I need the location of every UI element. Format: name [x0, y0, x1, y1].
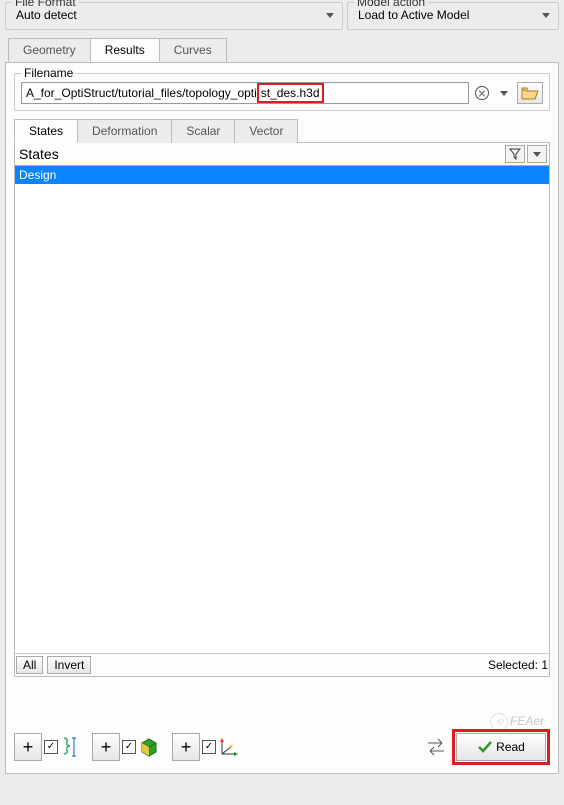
filename-highlight: st_des.h3d: [257, 83, 324, 103]
clear-filename-button[interactable]: [473, 84, 491, 102]
checkbox-2[interactable]: ✓: [122, 740, 136, 754]
file-format-value: Auto detect: [16, 8, 77, 22]
cube-icon: [138, 736, 160, 758]
tab-curves[interactable]: Curves: [159, 38, 227, 62]
filter-button[interactable]: [505, 145, 525, 163]
add-button-1[interactable]: +: [14, 733, 42, 761]
filter-dropdown-button[interactable]: [527, 145, 547, 163]
spring-icon: [60, 736, 80, 758]
filename-legend: Filename: [21, 66, 76, 80]
chevron-down-icon: [326, 13, 334, 18]
invert-selection-button[interactable]: Invert: [47, 656, 91, 674]
filename-input[interactable]: A_for_OptiStruct/tutorial_files/topology…: [21, 82, 469, 104]
states-title: States: [17, 146, 503, 162]
add-button-2[interactable]: +: [92, 733, 120, 761]
tab-geometry[interactable]: Geometry: [8, 38, 91, 62]
swap-icon: [425, 738, 447, 756]
add-button-3[interactable]: +: [172, 733, 200, 761]
selected-count: Selected: 1: [488, 658, 548, 672]
read-highlight: Read: [452, 729, 550, 765]
model-action-group: Model action Load to Active Model: [347, 2, 559, 30]
subtab-vector[interactable]: Vector: [234, 119, 298, 143]
states-list[interactable]: Design: [15, 166, 549, 653]
file-format-group: File Format Auto detect: [5, 2, 343, 30]
sub-tabs: States Deformation Scalar Vector: [14, 119, 550, 143]
subtab-deformation[interactable]: Deformation: [77, 119, 172, 143]
read-label: Read: [496, 740, 525, 754]
file-format-label: File Format: [12, 0, 79, 9]
model-action-value: Load to Active Model: [358, 8, 469, 22]
browse-button[interactable]: [517, 82, 543, 104]
filename-group: Filename A_for_OptiStruct/tutorial_files…: [14, 73, 550, 111]
main-tabs: Geometry Results Curves: [8, 38, 564, 62]
chevron-down-icon: [533, 152, 541, 157]
read-button[interactable]: Read: [456, 733, 546, 761]
subtab-scalar[interactable]: Scalar: [171, 119, 235, 143]
close-icon: [475, 86, 489, 100]
states-header: States: [15, 143, 549, 166]
filename-history-button[interactable]: [495, 84, 513, 102]
swap-button[interactable]: [422, 733, 450, 761]
list-footer: All Invert Selected: 1: [15, 653, 549, 676]
select-all-button[interactable]: All: [16, 656, 43, 674]
model-action-label: Model action: [354, 0, 428, 9]
folder-open-icon: [521, 86, 539, 100]
tab-results[interactable]: Results: [90, 38, 160, 62]
bottom-toolbar: + ✓ + ✓ + ✓ Read: [14, 729, 550, 765]
chevron-down-icon: [542, 13, 550, 18]
list-item[interactable]: Design: [15, 166, 549, 184]
states-subpanel: States Design All Invert Selected: 1: [14, 142, 550, 677]
subtab-states[interactable]: States: [14, 119, 78, 143]
checkbox-1[interactable]: ✓: [44, 740, 58, 754]
check-icon: [477, 740, 493, 754]
filename-prefix: A_for_OptiStruct/tutorial_files/topology…: [26, 86, 257, 100]
results-panel: Filename A_for_OptiStruct/tutorial_files…: [5, 62, 559, 774]
chevron-down-icon: [500, 91, 508, 96]
filter-icon: [509, 148, 521, 160]
axes-icon: [218, 736, 240, 758]
checkbox-3[interactable]: ✓: [202, 740, 216, 754]
